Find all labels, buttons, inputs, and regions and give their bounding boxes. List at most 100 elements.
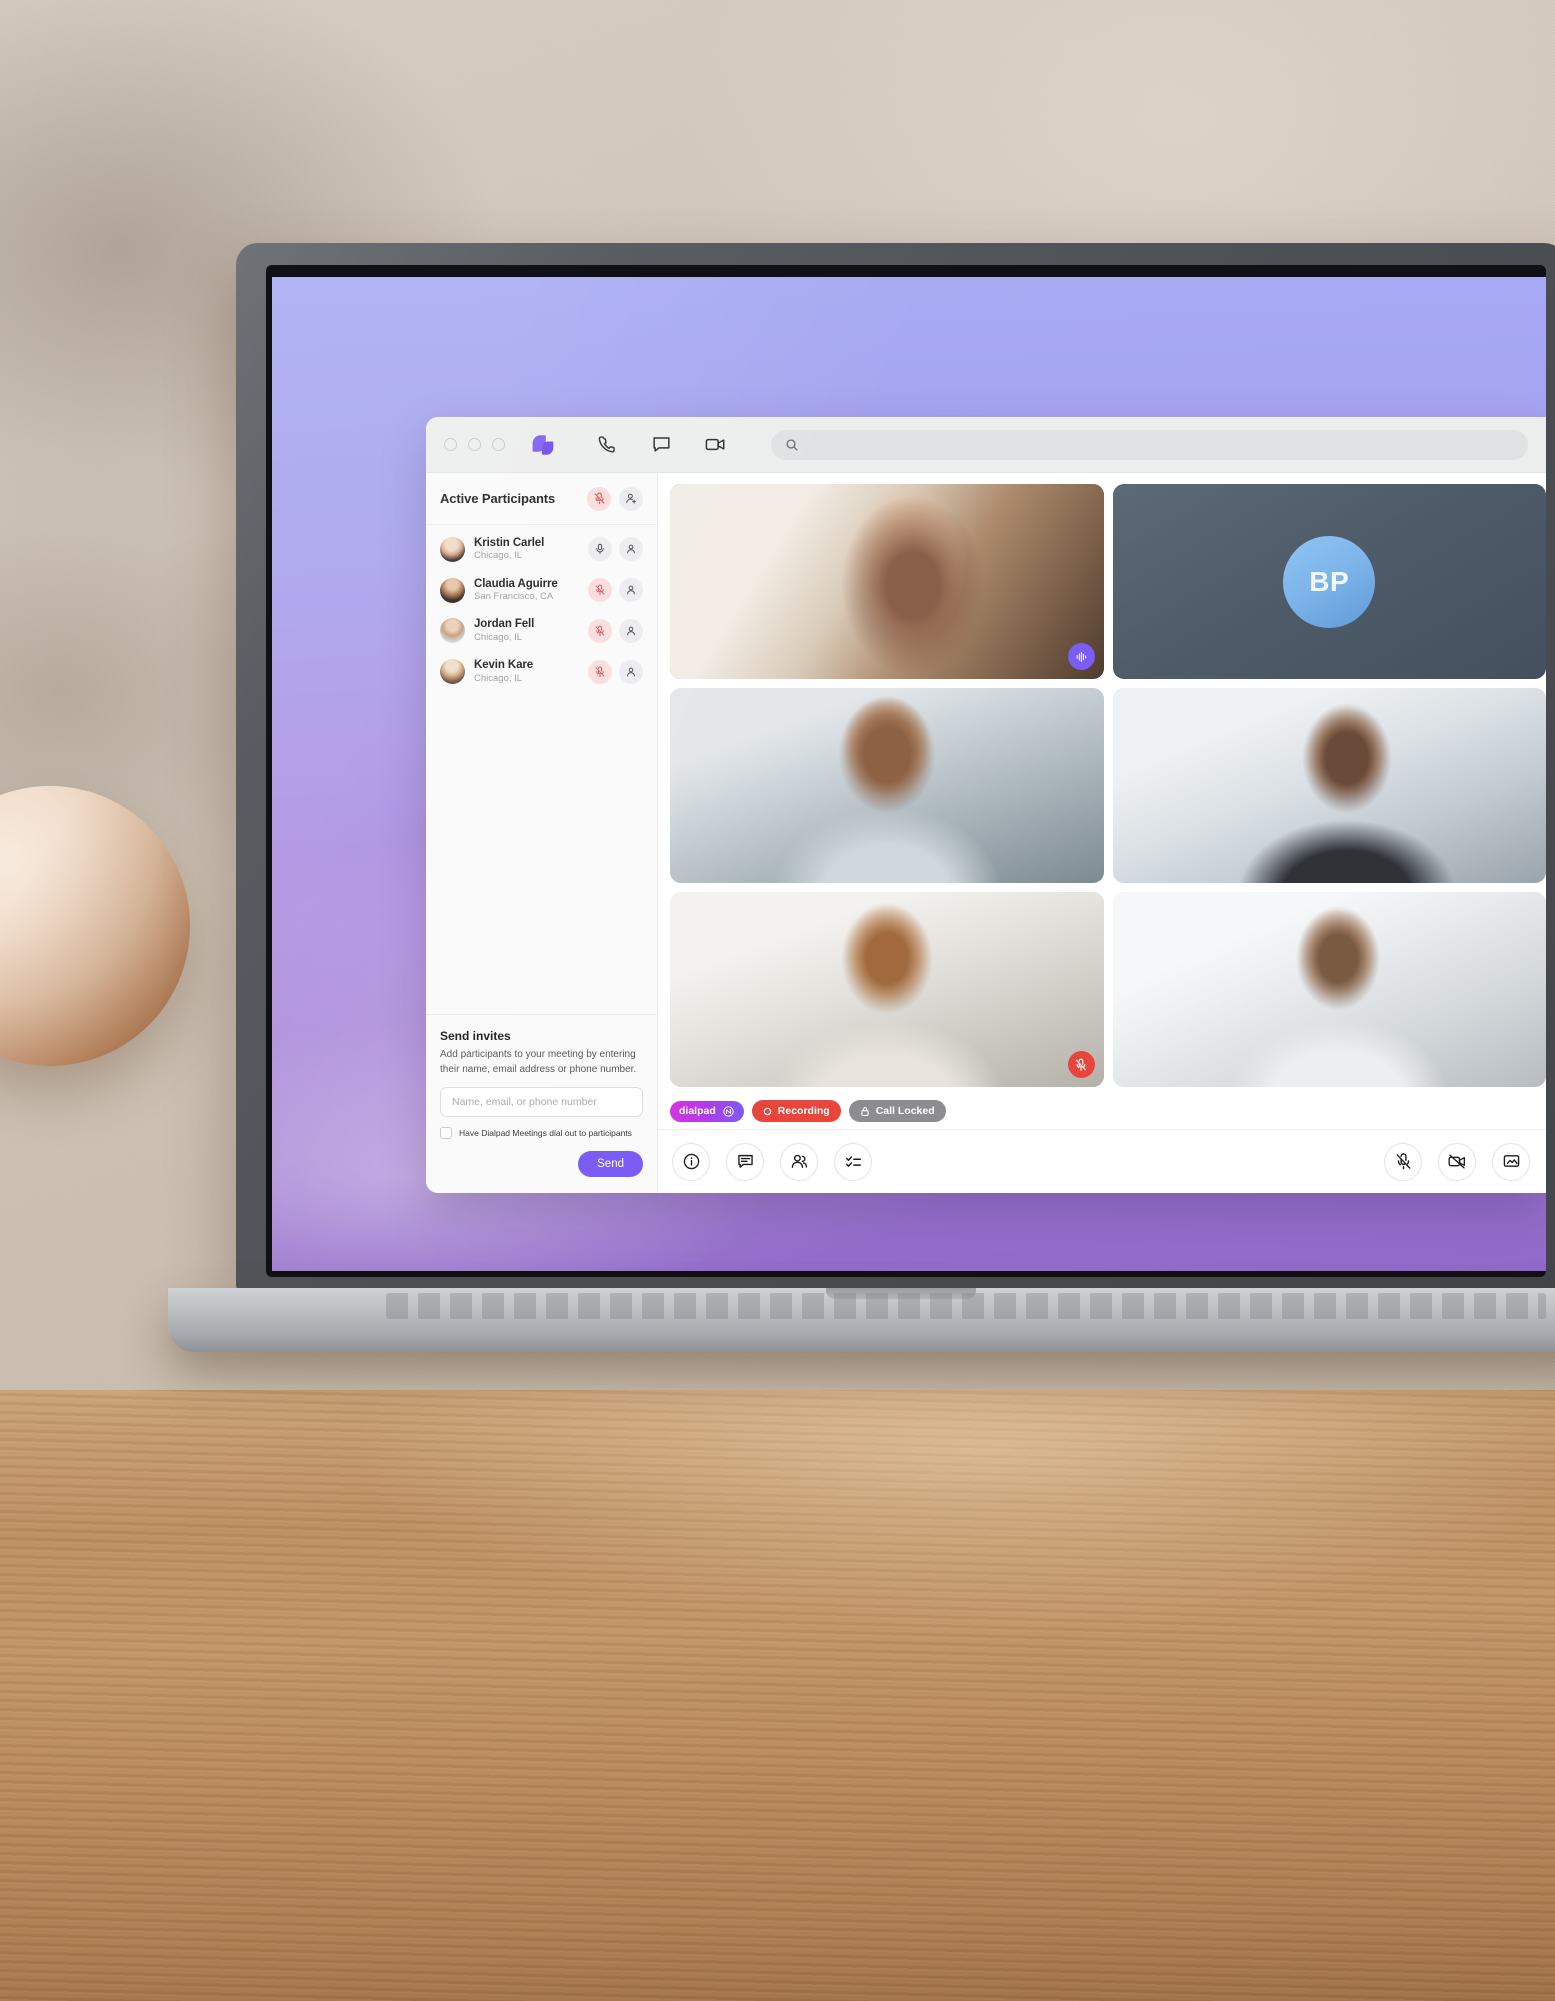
dialpad-logo-icon xyxy=(527,433,557,457)
sidebar-header: Active Participants xyxy=(426,473,657,525)
status-badge-recording: Recording xyxy=(751,1100,841,1122)
search-icon xyxy=(785,438,799,452)
video-feed xyxy=(670,484,1104,679)
audio-wave-icon xyxy=(1067,643,1095,670)
video-tile-1[interactable] xyxy=(670,484,1104,679)
participant-name: Jordan Fell xyxy=(474,618,535,631)
call-locked-badge-label: Call Locked xyxy=(875,1105,935,1117)
dial-out-checkbox[interactable] xyxy=(440,1127,452,1139)
participant-actions xyxy=(588,659,643,684)
participant-actions xyxy=(588,618,643,643)
send-button[interactable]: Send xyxy=(578,1151,643,1177)
add-participant-button[interactable] xyxy=(619,486,643,511)
person-icon[interactable] xyxy=(619,659,643,684)
laptop-lid: Active Participants Kristin Carlel Chica… xyxy=(236,243,1555,1291)
table-row[interactable]: Jordan Fell Chicago, IL xyxy=(426,610,657,651)
checklist-icon[interactable] xyxy=(834,1142,872,1181)
traffic-lights xyxy=(444,438,505,451)
video-feed xyxy=(670,892,1104,1087)
avatar xyxy=(440,618,465,644)
avatar xyxy=(440,659,465,685)
recording-badge-label: Recording xyxy=(777,1105,830,1117)
avatar xyxy=(440,577,465,603)
microphone-off-icon[interactable] xyxy=(588,659,612,684)
person-icon[interactable] xyxy=(619,537,643,562)
participant-location: San Francisco, CA xyxy=(474,591,554,603)
video-tile-3[interactable] xyxy=(670,688,1104,883)
meeting-control-bar xyxy=(658,1129,1546,1193)
dialpad-badge-label: dialpad xyxy=(679,1105,716,1117)
window-titlebar xyxy=(426,417,1546,473)
screen-share-icon[interactable] xyxy=(1492,1142,1530,1181)
info-icon[interactable] xyxy=(672,1142,710,1181)
desk-highlight xyxy=(0,1390,1555,2001)
keyboard-row xyxy=(386,1293,1546,1319)
video-tile-5[interactable] xyxy=(670,892,1104,1087)
search-input[interactable] xyxy=(808,437,1514,452)
microphone-off-icon[interactable] xyxy=(588,578,612,603)
minimize-button[interactable] xyxy=(468,438,481,451)
page-title: Active Participants xyxy=(440,491,556,506)
microphone-off-icon[interactable] xyxy=(588,618,612,643)
status-badge-row: dialpad Recording Call Locked xyxy=(658,1093,1546,1129)
invite-input[interactable] xyxy=(440,1087,643,1117)
send-invites-title: Send invites xyxy=(440,1029,511,1043)
participant-name: Kevin Kare xyxy=(474,659,534,672)
desktop-wallpaper: Active Participants Kristin Carlel Chica… xyxy=(272,277,1546,1271)
send-invites-description: Add participants to your meeting by ente… xyxy=(440,1049,637,1075)
video-tile-2[interactable]: BP xyxy=(1112,484,1546,679)
video-tile-4[interactable] xyxy=(1112,688,1546,883)
video-tile-6[interactable] xyxy=(1112,892,1546,1087)
participant-name: Kristin Carlel xyxy=(474,537,545,549)
participant-meta: Claudia Aguirre San Francisco, CA xyxy=(474,577,579,604)
table-row[interactable]: Claudia Aguirre San Francisco, CA xyxy=(426,570,657,611)
video-stage: BP dialpad Recording Call Locked xyxy=(658,473,1546,1193)
microphone-off-icon xyxy=(1067,1051,1095,1078)
participant-location: Chicago, IL xyxy=(474,631,523,643)
participants-sidebar: Active Participants Kristin Carlel Chica… xyxy=(426,473,658,1193)
participant-location: Chicago, IL xyxy=(474,672,523,684)
participant-meta: Kristin Carlel Chicago, IL xyxy=(474,536,579,563)
search-bar[interactable] xyxy=(771,429,1528,460)
participant-meta: Kevin Kare Chicago, IL xyxy=(474,658,579,685)
person-icon[interactable] xyxy=(619,618,643,643)
table-row[interactable]: Kristin Carlel Chicago, IL xyxy=(426,529,657,570)
dial-out-label: Have Dialpad Meetings dial out to partic… xyxy=(459,1128,632,1138)
close-button[interactable] xyxy=(444,438,457,451)
mute-all-button[interactable] xyxy=(587,486,611,511)
video-off-icon[interactable] xyxy=(1438,1142,1476,1181)
avatar-initials: BP xyxy=(1283,535,1376,628)
send-invites-section: Send invites Add participants to your me… xyxy=(426,1014,657,1193)
microphone-icon[interactable] xyxy=(588,537,612,562)
microphone-off-icon[interactable] xyxy=(1384,1142,1422,1181)
table-row[interactable]: Kevin Kare Chicago, IL xyxy=(426,651,657,692)
chat-icon[interactable] xyxy=(649,433,673,457)
video-feed xyxy=(670,688,1104,883)
chat-icon[interactable] xyxy=(726,1142,764,1181)
photo-scene: Active Participants Kristin Carlel Chica… xyxy=(0,0,1555,2001)
laptop: Active Participants Kristin Carlel Chica… xyxy=(168,243,1555,1423)
dialpad-mark-icon xyxy=(722,1105,735,1118)
zoom-button[interactable] xyxy=(492,438,505,451)
video-camera-icon[interactable] xyxy=(703,433,727,457)
video-grid: BP xyxy=(658,473,1546,1093)
send-row: Send xyxy=(440,1151,643,1177)
status-badge-dialpad: dialpad xyxy=(670,1100,744,1122)
window-body: Active Participants Kristin Carlel Chica… xyxy=(426,473,1546,1193)
titlebar-icon-group xyxy=(595,433,727,457)
participant-actions xyxy=(588,578,643,603)
people-icon[interactable] xyxy=(780,1142,818,1181)
participant-location: Chicago, IL xyxy=(474,550,523,562)
person-icon[interactable] xyxy=(619,578,643,603)
video-feed xyxy=(1112,892,1546,1087)
lock-icon xyxy=(860,1106,870,1117)
participant-actions xyxy=(588,537,643,562)
desk-surface xyxy=(0,1390,1555,2001)
participant-name: Claudia Aguirre xyxy=(474,577,558,590)
dial-out-checkbox-row[interactable]: Have Dialpad Meetings dial out to partic… xyxy=(440,1127,643,1139)
control-bar-right-group xyxy=(1384,1142,1530,1181)
phone-icon[interactable] xyxy=(595,433,619,457)
record-circle-icon xyxy=(763,1107,772,1116)
avatar xyxy=(440,536,465,562)
dialpad-meetings-window: Active Participants Kristin Carlel Chica… xyxy=(426,417,1546,1193)
